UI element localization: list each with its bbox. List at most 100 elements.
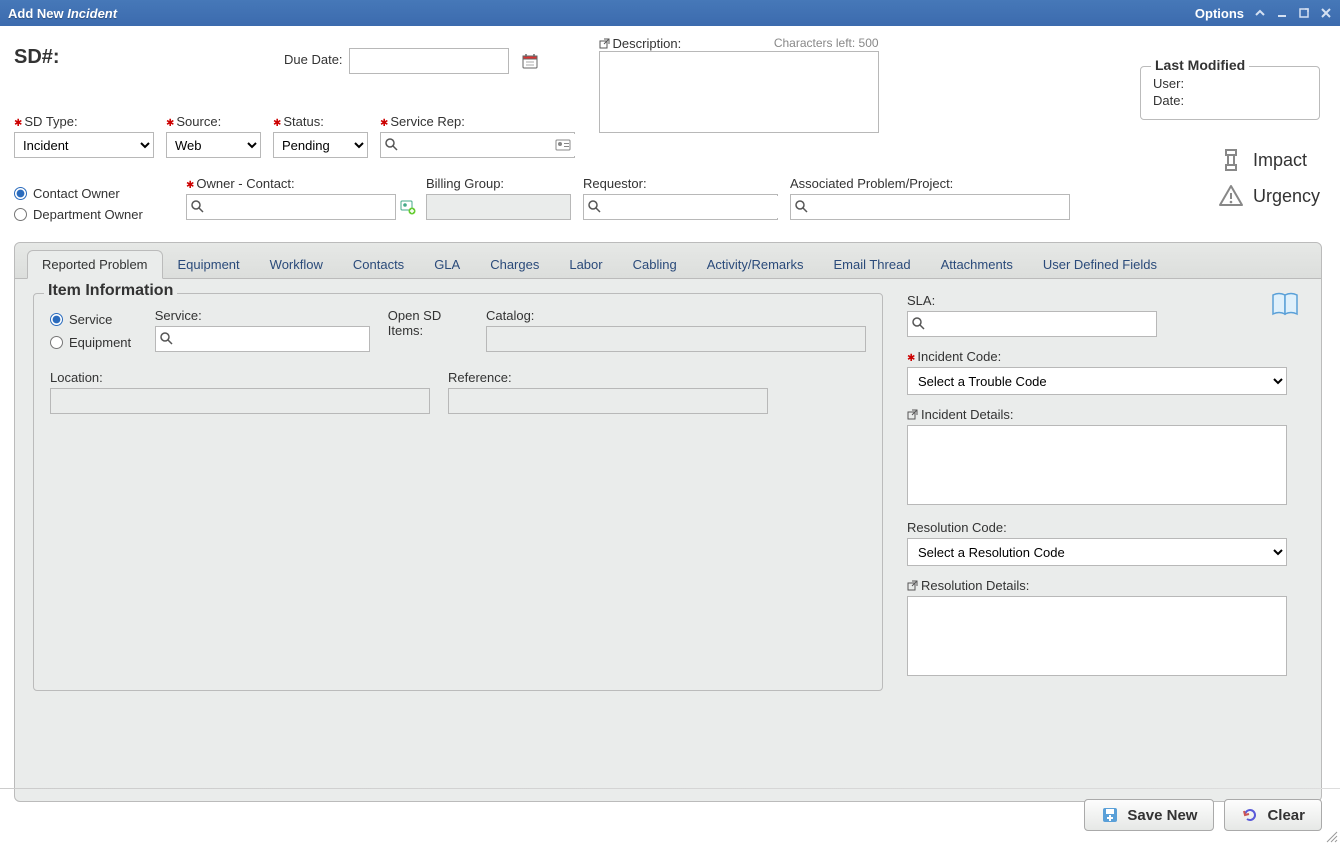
clear-button[interactable]: Clear xyxy=(1224,799,1322,831)
close-icon[interactable] xyxy=(1320,7,1332,19)
billing-group-input[interactable] xyxy=(426,194,571,220)
search-icon xyxy=(160,332,174,346)
main-area: SD#: Due Date: Description: Characters l… xyxy=(0,26,1340,796)
tab-activity-remarks[interactable]: Activity/Remarks xyxy=(692,250,819,279)
service-radio-row[interactable]: Service xyxy=(50,312,137,327)
search-icon xyxy=(912,317,926,331)
chars-left: Characters left: 500 xyxy=(774,36,879,51)
status-label: Status: xyxy=(273,114,368,129)
reference-label: Reference: xyxy=(448,370,768,385)
reference-input[interactable] xyxy=(448,388,768,414)
sla-lookup[interactable] xyxy=(907,311,1157,337)
item-information-legend: Item Information xyxy=(44,282,177,300)
service-lookup[interactable] xyxy=(155,326,370,352)
last-modified-user: User: xyxy=(1153,75,1307,92)
location-label: Location: xyxy=(50,370,430,385)
owner-contact-input[interactable] xyxy=(209,196,391,218)
add-contact-icon[interactable] xyxy=(399,198,417,216)
options-button[interactable]: Options xyxy=(1191,6,1244,21)
incident-details-textarea[interactable] xyxy=(907,425,1287,505)
tab-gla[interactable]: GLA xyxy=(419,250,475,279)
calendar-icon[interactable] xyxy=(521,52,539,70)
requestor-lookup[interactable] xyxy=(583,194,778,220)
contact-owner-radio-row[interactable]: Contact Owner xyxy=(14,186,174,201)
incident-details-label: Incident Details: xyxy=(921,407,1014,422)
assoc-input[interactable] xyxy=(813,196,1065,218)
popout-icon[interactable] xyxy=(907,580,919,592)
footer-divider xyxy=(0,788,1340,789)
resolution-code-label: Resolution Code: xyxy=(907,520,1303,535)
requestor-input[interactable] xyxy=(605,196,785,218)
item-information-box: Item Information Service Equipment xyxy=(33,293,883,691)
tab-reported-problem[interactable]: Reported Problem xyxy=(27,250,163,279)
book-icon[interactable] xyxy=(1270,291,1300,319)
contact-owner-label: Contact Owner xyxy=(33,186,120,201)
tab-contacts[interactable]: Contacts xyxy=(338,250,419,279)
status-select[interactable]: Pending xyxy=(273,132,368,158)
assoc-lookup[interactable] xyxy=(790,194,1070,220)
sla-input[interactable] xyxy=(930,313,1152,335)
service-rep-lookup[interactable] xyxy=(380,132,575,158)
department-owner-radio-row[interactable]: Department Owner xyxy=(14,207,174,222)
tab-labor[interactable]: Labor xyxy=(554,250,617,279)
due-date-input[interactable] xyxy=(349,48,509,74)
field-row-2: Contact Owner Department Owner Owner - C… xyxy=(14,176,1070,222)
contact-owner-radio[interactable] xyxy=(14,187,27,200)
impact-button[interactable]: Impact xyxy=(1217,146,1320,174)
tab-equipment[interactable]: Equipment xyxy=(163,250,255,279)
equipment-radio[interactable] xyxy=(50,336,63,349)
sd-type-select[interactable]: Incident xyxy=(14,132,154,158)
tab-cabling[interactable]: Cabling xyxy=(618,250,692,279)
tab-charges[interactable]: Charges xyxy=(475,250,554,279)
department-owner-radio[interactable] xyxy=(14,208,27,221)
urgency-button[interactable]: Urgency xyxy=(1217,182,1320,210)
minimize-icon[interactable] xyxy=(1276,7,1288,19)
search-icon xyxy=(795,200,809,214)
save-new-button[interactable]: Save New xyxy=(1084,799,1214,831)
due-date-group: Due Date: xyxy=(284,36,539,74)
tab-email-thread[interactable]: Email Thread xyxy=(818,250,925,279)
source-select[interactable]: Web xyxy=(166,132,261,158)
sla-label: SLA: xyxy=(907,293,1303,308)
equipment-radio-label: Equipment xyxy=(69,335,131,350)
service-input[interactable] xyxy=(178,328,365,350)
equipment-radio-row[interactable]: Equipment xyxy=(50,335,137,350)
service-field-label: Service: xyxy=(155,308,370,323)
service-rep-label: Service Rep: xyxy=(380,114,575,129)
description-label: Description: xyxy=(613,36,682,51)
open-sd-label: Open SD Items: xyxy=(388,308,468,338)
incident-code-select[interactable]: Select a Trouble Code xyxy=(907,367,1287,395)
refresh-icon xyxy=(1241,806,1259,824)
catalog-label: Catalog: xyxy=(486,308,866,323)
resize-grip[interactable] xyxy=(1324,829,1338,843)
right-column: SLA: Incident Code: Select a Trouble Cod… xyxy=(907,293,1303,691)
owner-contact-lookup[interactable] xyxy=(186,194,396,220)
impact-icon xyxy=(1217,146,1245,174)
tab-content: Item Information Service Equipment xyxy=(15,279,1321,705)
resolution-details-textarea[interactable] xyxy=(907,596,1287,676)
resolution-details-label: Resolution Details: xyxy=(921,578,1029,593)
tab-attachments[interactable]: Attachments xyxy=(926,250,1028,279)
resolution-code-select[interactable]: Select a Resolution Code xyxy=(907,538,1287,566)
owner-radio-group: Contact Owner Department Owner xyxy=(14,176,174,222)
maximize-icon[interactable] xyxy=(1298,7,1310,19)
save-new-label: Save New xyxy=(1127,807,1197,824)
window-title: Add New Incident xyxy=(8,6,117,21)
description-textarea[interactable] xyxy=(599,51,879,133)
tab-user-defined-fields[interactable]: User Defined Fields xyxy=(1028,250,1172,279)
location-input[interactable] xyxy=(50,388,430,414)
billing-group-label: Billing Group: xyxy=(426,176,571,191)
popout-icon[interactable] xyxy=(907,409,919,421)
contact-card-icon[interactable] xyxy=(554,136,572,154)
search-icon xyxy=(385,138,398,152)
catalog-input[interactable] xyxy=(486,326,866,352)
sd-number-label: SD#: xyxy=(14,36,284,69)
popout-icon[interactable] xyxy=(599,38,611,50)
tab-workflow[interactable]: Workflow xyxy=(255,250,338,279)
title-prefix: Add New xyxy=(8,6,67,21)
sd-type-label: SD Type: xyxy=(14,114,154,129)
search-icon xyxy=(191,200,205,214)
tab-panel: Reported Problem Equipment Workflow Cont… xyxy=(14,242,1322,802)
service-radio[interactable] xyxy=(50,313,63,326)
chevron-up-icon[interactable] xyxy=(1254,7,1266,19)
